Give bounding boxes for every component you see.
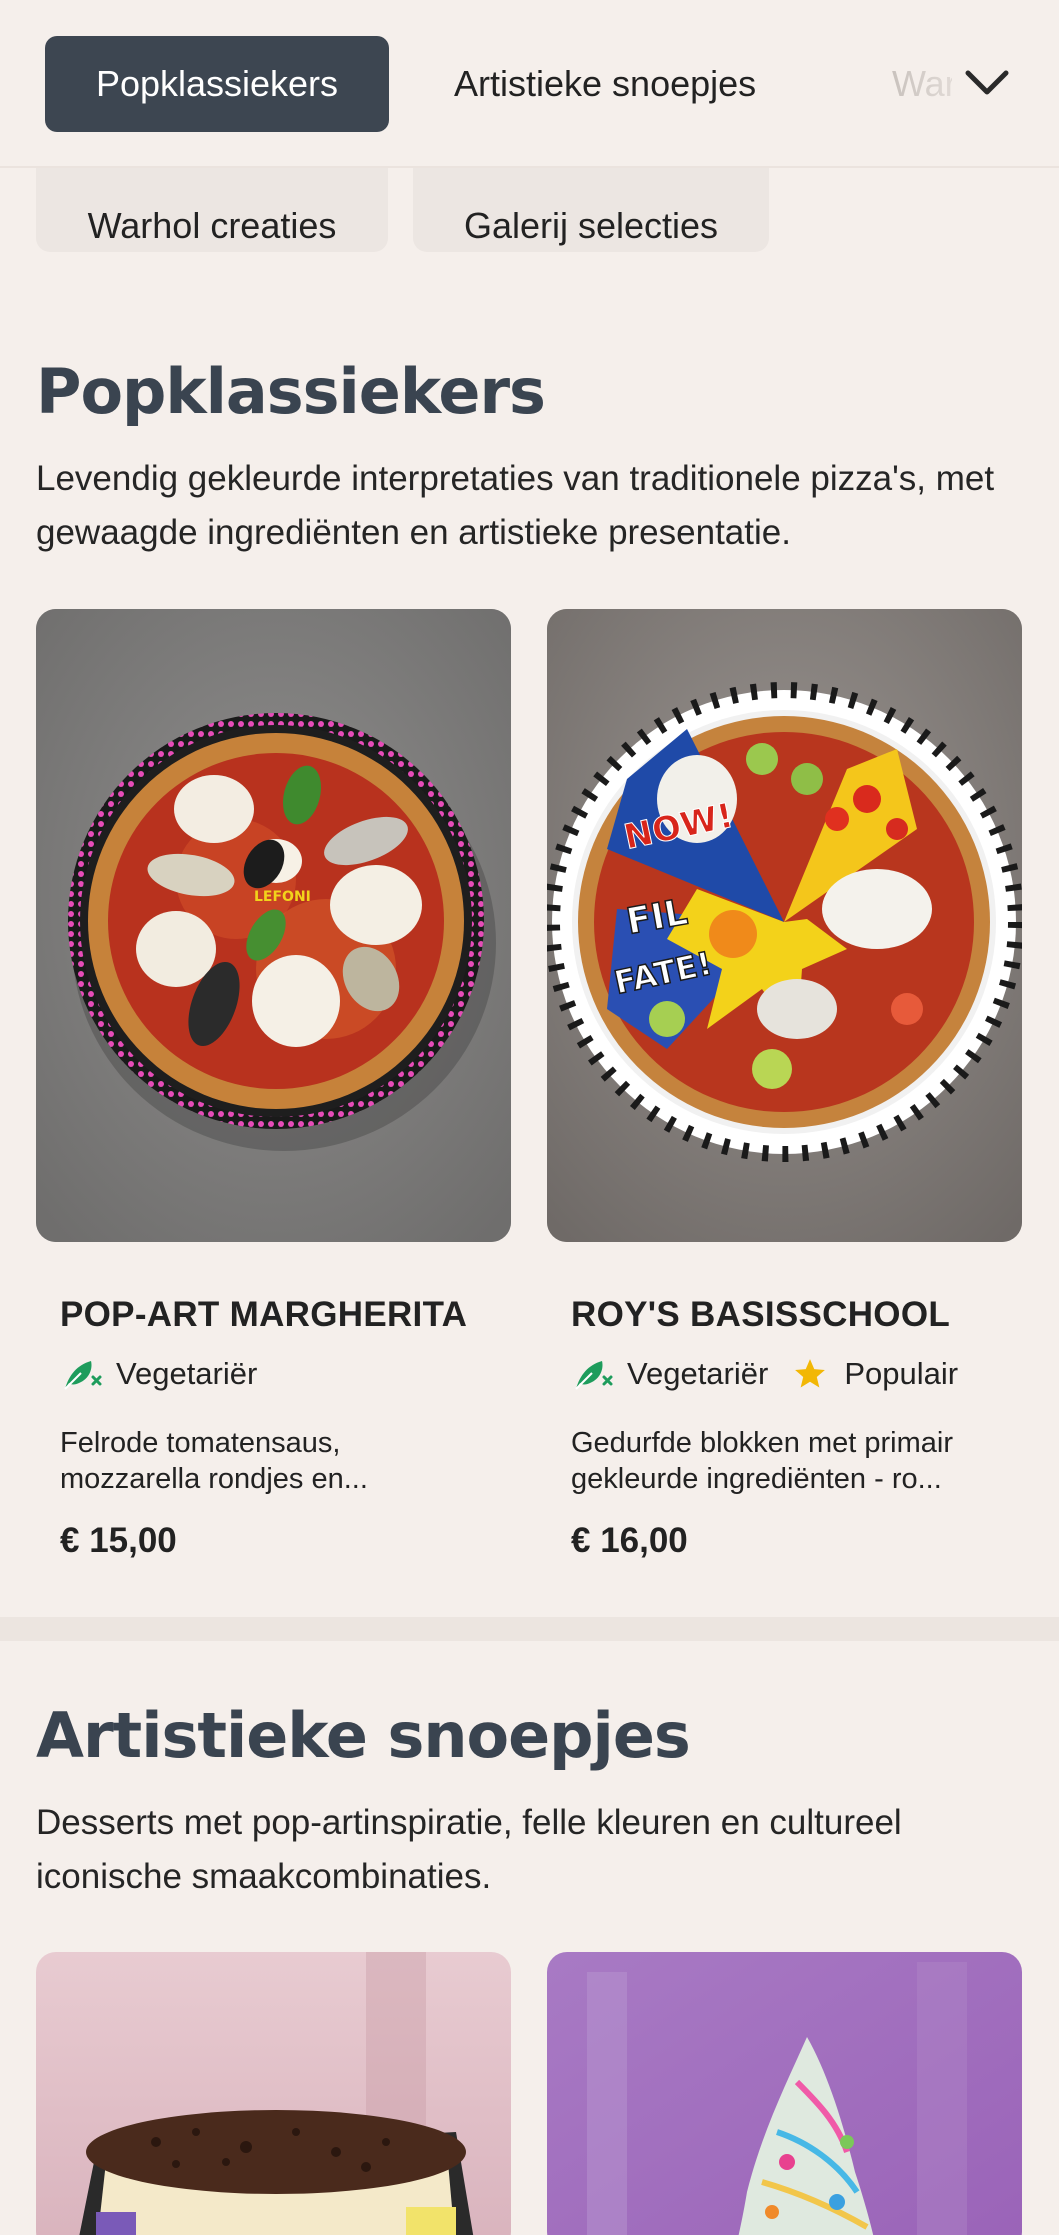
dessert-photo <box>36 1952 511 2235</box>
item-description: Gedurfde blokken met primair gekleurde i… <box>571 1425 1011 1497</box>
section-description: Levendig gekleurde interpretaties van tr… <box>36 459 995 552</box>
item-name[interactable]: POP-ART MARGHERITA <box>60 1295 467 1335</box>
chip-label: Galerij selecties <box>463 205 719 246</box>
section-description: Desserts met pop-artinspiratie, felle kl… <box>36 1803 902 1896</box>
item-description-line: mozzarella rondjes en... <box>60 1463 368 1495</box>
tab-popklassiekers[interactable]: Popklassiekers <box>45 36 389 132</box>
tag-popular: Populair <box>844 1356 959 1391</box>
section-title: Artistieke snoepjes <box>36 1699 691 1772</box>
section-divider <box>0 1617 1059 1641</box>
section-title: Popklassiekers <box>36 355 546 428</box>
item-name[interactable]: ROY'S BASISSCHOOL <box>571 1295 950 1335</box>
pizza-image-roys-basisschool[interactable]: NOW! FIL FATE! <box>547 609 1022 1242</box>
item-price: € 16,00 <box>571 1521 688 1560</box>
item-description: Felrode tomatensaus, mozzarella rondjes … <box>60 1425 500 1497</box>
pizza-photo: LEFONI <box>36 609 511 1242</box>
pizza-image-text: LEFONI <box>254 889 311 905</box>
item-price: € 15,00 <box>60 1521 177 1560</box>
dessert-image-2[interactable] <box>547 1952 1022 2235</box>
more-categories-button[interactable] <box>954 50 1020 116</box>
item-description-line: Gedurfde blokken met primair <box>571 1427 953 1459</box>
vegetarian-icon <box>60 1352 104 1396</box>
item-tags: Vegetariër <box>60 1352 257 1396</box>
star-icon <box>788 1352 832 1396</box>
tag-vegetarian: Vegetariër <box>627 1356 769 1391</box>
dessert-photo <box>547 1952 1022 2235</box>
item-description-line: gekleurde ingrediënten - ro... <box>571 1463 942 1495</box>
item-tags: Vegetariër Populair <box>571 1352 958 1396</box>
dessert-image-1[interactable] <box>36 1952 511 2235</box>
vegetarian-icon <box>571 1352 615 1396</box>
chip-label: Warhol creaties <box>87 205 337 246</box>
chevron-down-icon <box>965 70 1009 95</box>
item-description-line: Felrode tomatensaus, <box>60 1427 341 1459</box>
pizza-image-pop-art-margherita[interactable]: LEFONI <box>36 609 511 1242</box>
category-nav: Popklassiekers Artistieke snoepjes Warho… <box>0 0 1059 168</box>
pizza-photo: NOW! FIL FATE! <box>547 609 1022 1242</box>
tag-vegetarian: Vegetariër <box>116 1356 258 1391</box>
tab-artistieke-snoepjes[interactable]: Artistieke snoepjes <box>454 36 756 132</box>
